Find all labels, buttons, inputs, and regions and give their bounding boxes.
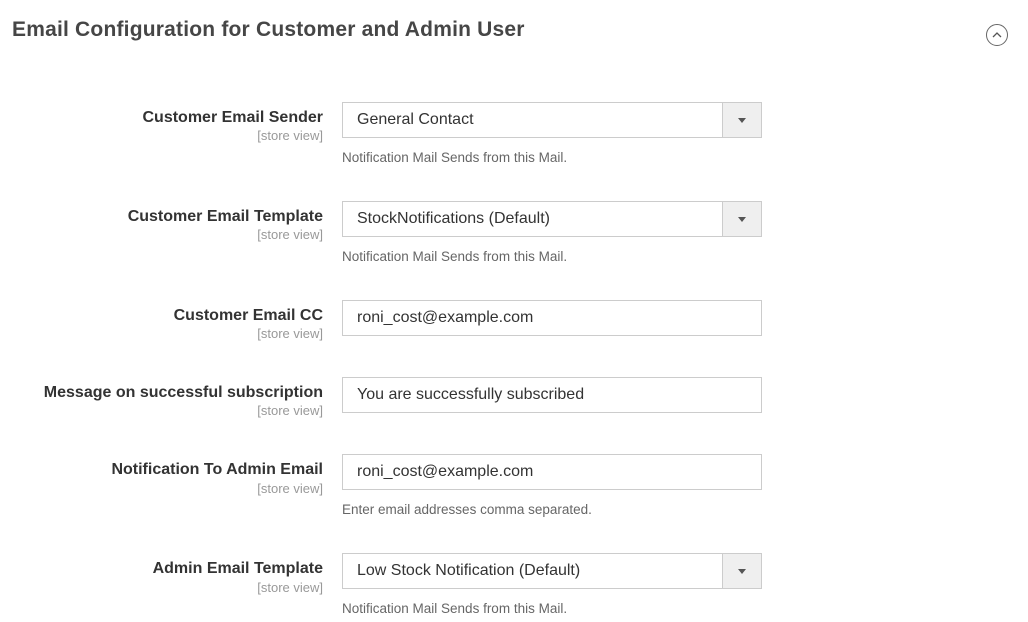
notification-to-admin-email-input[interactable] (342, 454, 762, 490)
field-label: Admin Email Template (12, 559, 323, 578)
section-title: Email Configuration for Customer and Adm… (12, 18, 1016, 42)
collapse-toggle[interactable] (986, 24, 1008, 46)
select-value: General Contact (342, 102, 762, 138)
field-customer-email-cc: Customer Email CC [store view] (12, 300, 1016, 341)
field-label: Notification To Admin Email (12, 460, 323, 479)
field-scope: [store view] (12, 326, 323, 341)
field-label-col: Customer Email Sender [store view] (12, 102, 342, 143)
field-scope: [store view] (12, 481, 323, 496)
field-label-col: Message on successful subscription [stor… (12, 377, 342, 418)
field-label: Message on successful subscription (12, 383, 323, 402)
field-label-col: Notification To Admin Email [store view] (12, 454, 342, 495)
field-customer-email-sender: Customer Email Sender [store view] Gener… (12, 102, 1016, 165)
field-label: Customer Email Sender (12, 108, 323, 127)
field-control-col: General Contact Notification Mail Sends … (342, 102, 1016, 165)
customer-email-template-select[interactable]: StockNotifications (Default) (342, 201, 762, 237)
message-successful-subscription-input[interactable] (342, 377, 762, 413)
field-scope: [store view] (12, 580, 323, 595)
field-label: Customer Email Template (12, 207, 323, 226)
field-note: Notification Mail Sends from this Mail. (342, 150, 1016, 165)
chevron-up-icon (992, 32, 1002, 38)
select-value: StockNotifications (Default) (342, 201, 762, 237)
field-scope: [store view] (12, 227, 323, 242)
field-notification-to-admin-email: Notification To Admin Email [store view]… (12, 454, 1016, 517)
field-label-col: Customer Email Template [store view] (12, 201, 342, 242)
field-label: Customer Email CC (12, 306, 323, 325)
field-message-successful-subscription: Message on successful subscription [stor… (12, 377, 1016, 418)
field-scope: [store view] (12, 403, 323, 418)
field-label-col: Customer Email CC [store view] (12, 300, 342, 341)
field-control-col: StockNotifications (Default) Notificatio… (342, 201, 1016, 264)
field-customer-email-template: Customer Email Template [store view] Sto… (12, 201, 1016, 264)
section-header: Email Configuration for Customer and Adm… (12, 18, 1016, 42)
field-control-col (342, 377, 1016, 413)
field-control-col: Enter email addresses comma separated. (342, 454, 1016, 517)
field-note: Enter email addresses comma separated. (342, 502, 1016, 517)
select-value: Low Stock Notification (Default) (342, 553, 762, 589)
field-scope: [store view] (12, 128, 323, 143)
field-label-col: Admin Email Template [store view] (12, 553, 342, 594)
admin-email-template-select[interactable]: Low Stock Notification (Default) (342, 553, 762, 589)
field-control-col: Low Stock Notification (Default) Notific… (342, 553, 1016, 616)
field-note: Notification Mail Sends from this Mail. (342, 249, 1016, 264)
field-note: Notification Mail Sends from this Mail. (342, 601, 1016, 616)
customer-email-sender-select[interactable]: General Contact (342, 102, 762, 138)
field-admin-email-template: Admin Email Template [store view] Low St… (12, 553, 1016, 616)
field-control-col (342, 300, 1016, 336)
customer-email-cc-input[interactable] (342, 300, 762, 336)
